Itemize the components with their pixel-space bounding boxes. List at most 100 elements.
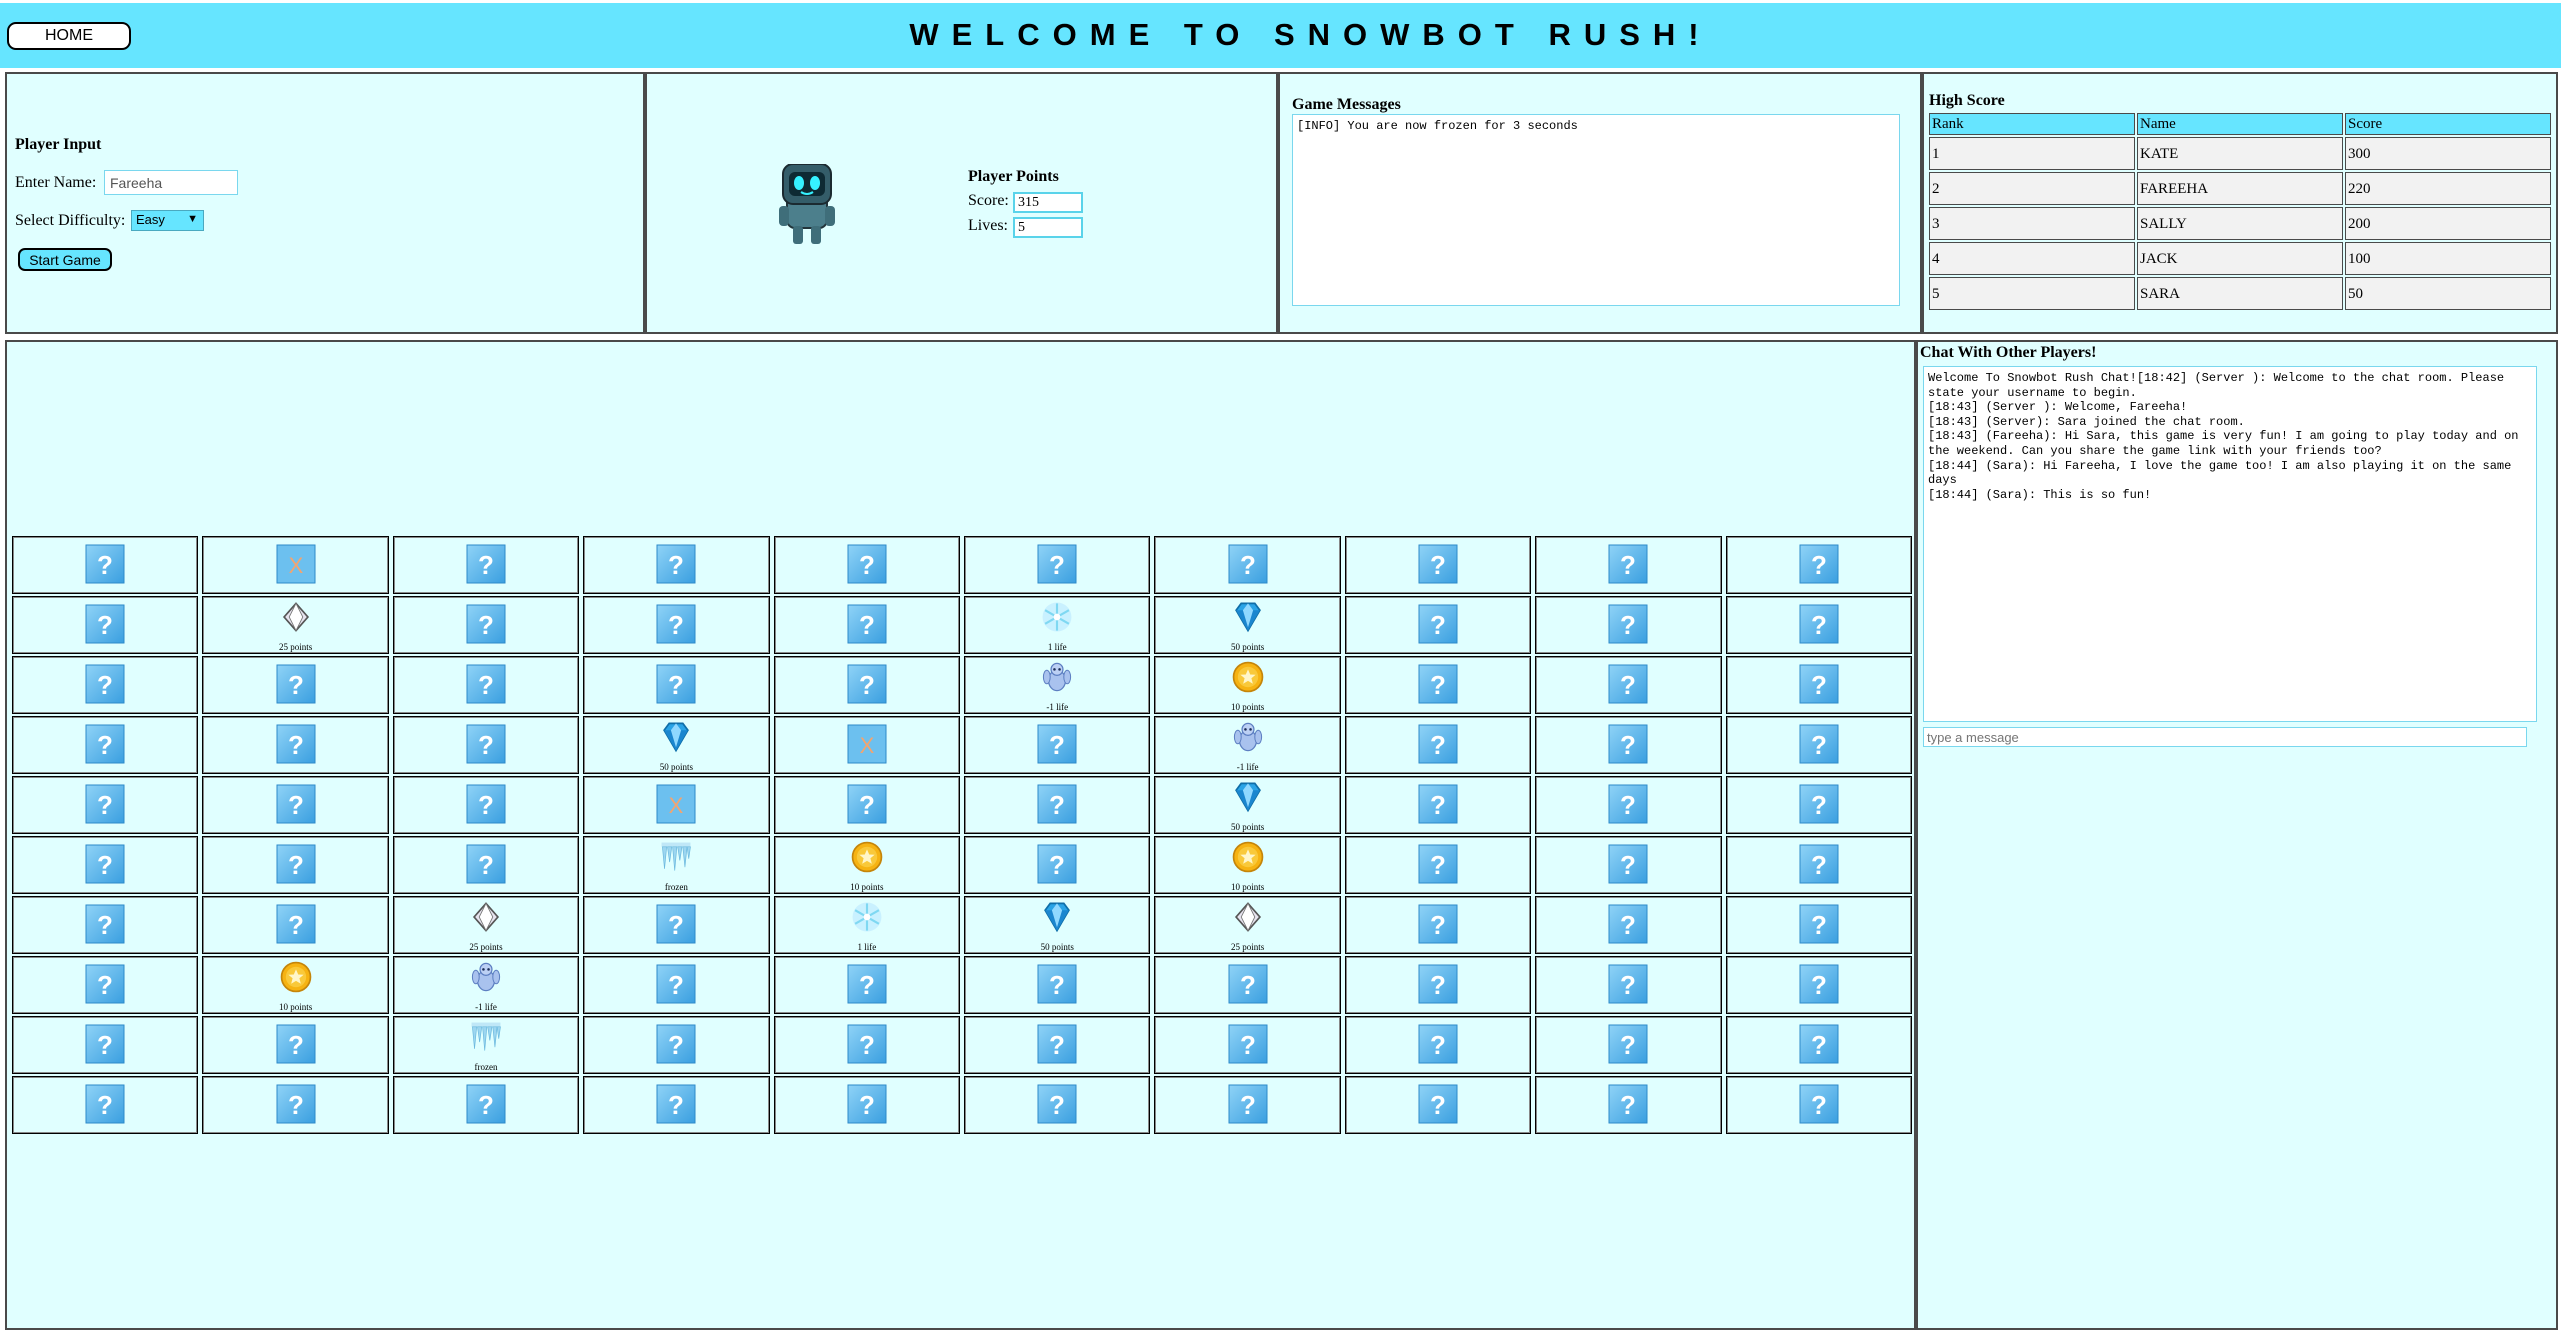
board-tile[interactable]: ? <box>202 716 389 774</box>
board-tile[interactable]: ? <box>1725 716 1913 774</box>
board-tile[interactable]: ? <box>1725 776 1913 834</box>
board-tile[interactable]: ? <box>773 776 961 834</box>
board-tile[interactable]: ? <box>202 896 389 954</box>
board-tile[interactable]: -1 life <box>392 956 580 1014</box>
board-tile[interactable]: ? <box>12 776 199 834</box>
chat-message-input[interactable] <box>1923 727 2527 747</box>
board-tile[interactable]: ? <box>1344 776 1532 834</box>
board-tile[interactable]: ? <box>1535 956 1722 1014</box>
name-input[interactable] <box>104 170 238 195</box>
chat-log[interactable]: Welcome To Snowbot Rush Chat![18:42] (Se… <box>1923 366 2537 722</box>
board-tile[interactable]: ? <box>583 596 770 654</box>
board-tile[interactable]: ? <box>1344 1016 1532 1074</box>
board-tile[interactable]: ? <box>1725 656 1913 714</box>
board-tile[interactable]: ? <box>392 716 580 774</box>
board-tile[interactable]: ? <box>392 836 580 894</box>
game-messages-log[interactable]: [INFO] You are now frozen for 3 seconds <box>1292 114 1900 306</box>
board-tile[interactable]: ? <box>12 836 199 894</box>
board-tile[interactable]: X <box>583 776 770 834</box>
board-tile[interactable]: ? <box>1344 836 1532 894</box>
board-tile[interactable]: ? <box>1535 896 1722 954</box>
board-tile[interactable]: ? <box>1535 596 1722 654</box>
board-tile[interactable]: ? <box>583 1076 770 1134</box>
board-tile[interactable]: ? <box>12 716 199 774</box>
board-tile[interactable]: ? <box>12 896 199 954</box>
board-tile[interactable]: ? <box>1535 1016 1722 1074</box>
board-tile[interactable]: ? <box>773 1076 961 1134</box>
board-tile[interactable]: ? <box>1344 536 1532 594</box>
board-tile[interactable]: ? <box>964 536 1151 594</box>
board-tile[interactable]: X <box>202 536 389 594</box>
board-tile[interactable]: ? <box>1344 716 1532 774</box>
board-tile[interactable]: ? <box>964 716 1151 774</box>
board-tile[interactable]: ? <box>1535 656 1722 714</box>
board-tile[interactable]: ? <box>12 1076 199 1134</box>
board-tile[interactable]: ? <box>1535 716 1722 774</box>
board-tile[interactable]: ? <box>202 1076 389 1134</box>
board-tile[interactable]: frozen <box>583 836 770 894</box>
board-tile[interactable]: ? <box>964 776 1151 834</box>
board-tile[interactable]: ? <box>1344 1076 1532 1134</box>
board-tile[interactable]: ? <box>12 956 199 1014</box>
board-tile[interactable]: ? <box>1535 836 1722 894</box>
board-tile[interactable]: 10 points <box>202 956 389 1014</box>
board-tile[interactable]: ? <box>964 1076 1151 1134</box>
board-tile[interactable]: ? <box>1344 956 1532 1014</box>
board-tile[interactable]: ? <box>392 536 580 594</box>
start-game-button[interactable]: Start Game <box>18 248 112 271</box>
board-tile[interactable]: ? <box>392 656 580 714</box>
board-tile[interactable]: ? <box>1344 596 1532 654</box>
board-tile[interactable]: ? <box>1725 1076 1913 1134</box>
board-tile[interactable]: ? <box>1725 956 1913 1014</box>
board-tile[interactable]: -1 life <box>964 656 1151 714</box>
board-tile[interactable]: 1 life <box>773 896 961 954</box>
board-tile[interactable]: ? <box>12 596 199 654</box>
score-field[interactable] <box>1013 192 1083 213</box>
board-tile[interactable]: -1 life <box>1154 716 1341 774</box>
board-tile[interactable]: ? <box>583 956 770 1014</box>
board-tile[interactable]: ? <box>1535 776 1722 834</box>
board-tile[interactable]: 25 points <box>1154 896 1341 954</box>
board-tile[interactable]: ? <box>1535 1076 1722 1134</box>
board-tile[interactable]: ? <box>392 1076 580 1134</box>
board-tile[interactable]: ? <box>583 896 770 954</box>
board-tile[interactable]: ? <box>1535 536 1722 594</box>
board-tile[interactable]: ? <box>773 656 961 714</box>
board-tile[interactable]: 10 points <box>1154 656 1341 714</box>
board-tile[interactable]: 10 points <box>773 836 961 894</box>
board-tile[interactable]: ? <box>1154 1016 1341 1074</box>
board-tile[interactable]: ? <box>1154 1076 1341 1134</box>
board-tile[interactable]: ? <box>1725 536 1913 594</box>
board-tile[interactable]: ? <box>1154 536 1341 594</box>
board-tile[interactable]: 25 points <box>202 596 389 654</box>
board-tile[interactable]: ? <box>202 1016 389 1074</box>
board-tile[interactable]: ? <box>1725 1016 1913 1074</box>
board-tile[interactable]: 50 points <box>964 896 1151 954</box>
board-tile[interactable]: 1 life <box>964 596 1151 654</box>
board-tile[interactable]: ? <box>202 776 389 834</box>
board-tile[interactable]: 50 points <box>1154 776 1341 834</box>
board-tile[interactable]: ? <box>1344 896 1532 954</box>
board-tile[interactable]: ? <box>12 656 199 714</box>
board-tile[interactable]: ? <box>583 656 770 714</box>
board-tile[interactable]: ? <box>1725 896 1913 954</box>
board-tile[interactable]: ? <box>773 536 961 594</box>
board-tile[interactable]: 50 points <box>583 716 770 774</box>
board-tile[interactable]: ? <box>202 836 389 894</box>
board-tile[interactable]: ? <box>773 1016 961 1074</box>
board-tile[interactable]: ? <box>964 836 1151 894</box>
board-tile[interactable]: 50 points <box>1154 596 1341 654</box>
board-tile[interactable]: ? <box>964 956 1151 1014</box>
board-tile[interactable]: ? <box>1344 656 1532 714</box>
board-tile[interactable]: 25 points <box>392 896 580 954</box>
board-tile[interactable]: ? <box>773 956 961 1014</box>
board-tile[interactable]: ? <box>12 1016 199 1074</box>
board-tile[interactable]: ? <box>1725 596 1913 654</box>
board-tile[interactable]: frozen <box>392 1016 580 1074</box>
board-tile[interactable]: ? <box>1725 836 1913 894</box>
board-tile[interactable]: ? <box>12 536 199 594</box>
board-tile[interactable]: ? <box>392 596 580 654</box>
board-tile[interactable]: ? <box>583 536 770 594</box>
board-tile[interactable]: X <box>773 716 961 774</box>
board-tile[interactable]: ? <box>202 656 389 714</box>
